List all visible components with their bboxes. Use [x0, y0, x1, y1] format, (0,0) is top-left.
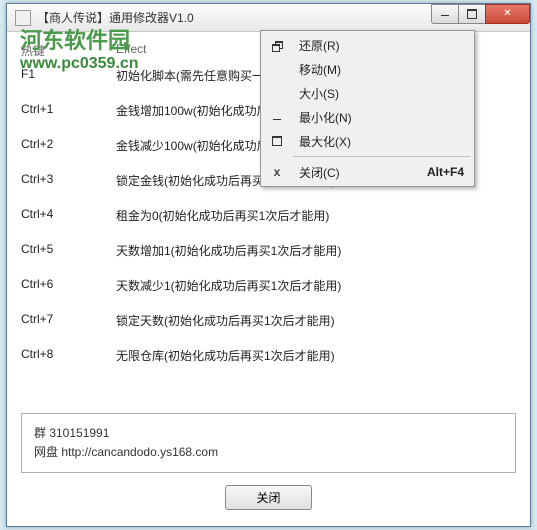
hotkey-cell: Ctrl+3 — [21, 172, 116, 189]
hotkey-row: Ctrl+6天数减少1(初始化成功后再买1次后才能用) — [21, 277, 516, 294]
effect-cell: 天数增加1(初始化成功后再买1次后才能用) — [116, 242, 341, 259]
system-menu: x 还原(R) 移动(M) 大小(S) 最小化(N) 最大化(X) 关闭(C) … — [260, 30, 475, 187]
move-icon — [263, 57, 291, 81]
menu-restore[interactable]: 还原(R) — [291, 33, 472, 57]
restore-icon — [263, 33, 291, 57]
info-box: 群 310151991 网盘 http://cancandodo.ys168.c… — [21, 413, 516, 473]
window-title: 【商人传说】通用修改器V1.0 — [37, 9, 432, 26]
menu-minimize[interactable]: 最小化(N) — [291, 105, 472, 129]
hotkey-cell: Ctrl+1 — [21, 102, 116, 119]
minimize-button[interactable] — [431, 4, 459, 24]
hotkey-cell: Ctrl+4 — [21, 207, 116, 224]
minimize-icon — [441, 11, 449, 16]
menu-icon-strip: x — [263, 33, 291, 184]
maximize-menu-icon — [263, 129, 291, 153]
info-line-group: 群 310151991 — [34, 424, 503, 443]
titlebar[interactable]: 【商人传说】通用修改器V1.0 ✕ — [7, 4, 530, 32]
effect-cell: 天数减少1(初始化成功后再买1次后才能用) — [116, 277, 341, 294]
footer: 关闭 — [21, 473, 516, 516]
effect-cell: 无限仓库(初始化成功后再买1次后才能用) — [116, 347, 335, 364]
hotkey-row: Ctrl+4租金为0(初始化成功后再买1次后才能用) — [21, 207, 516, 224]
maximize-icon — [467, 9, 477, 19]
hotkey-row: Ctrl+8无限仓库(初始化成功后再买1次后才能用) — [21, 347, 516, 364]
hotkey-cell: F1 — [21, 67, 116, 84]
hotkey-cell: Ctrl+6 — [21, 277, 116, 294]
close-menu-icon: x — [263, 160, 291, 184]
hotkey-cell: Ctrl+7 — [21, 312, 116, 329]
header-hotkey: 热键 — [21, 42, 116, 59]
close-button[interactable]: ✕ — [485, 4, 530, 24]
effect-cell: 锁定天数(初始化成功后再买1次后才能用) — [116, 312, 335, 329]
hotkey-cell: Ctrl+8 — [21, 347, 116, 364]
hotkey-row: Ctrl+5天数增加1(初始化成功后再买1次后才能用) — [21, 242, 516, 259]
close-icon: ✕ — [503, 8, 511, 19]
effect-cell: 租金为0(初始化成功后再买1次后才能用) — [116, 207, 329, 224]
maximize-button[interactable] — [458, 4, 486, 24]
window-controls: ✕ — [432, 4, 530, 24]
menu-separator — [293, 156, 470, 157]
size-icon — [263, 81, 291, 105]
minimize-menu-icon — [263, 105, 291, 129]
header-effect: Effect — [116, 42, 146, 59]
hotkey-cell: Ctrl+2 — [21, 137, 116, 154]
menu-move[interactable]: 移动(M) — [291, 57, 472, 81]
info-line-url: 网盘 http://cancandodo.ys168.com — [34, 443, 503, 462]
effect-cell: 初始化脚本(需先任意购买一 — [116, 67, 264, 84]
effect-cell: 金钱增加100w(初始化成功后 — [116, 102, 269, 119]
menu-items: 还原(R) 移动(M) 大小(S) 最小化(N) 最大化(X) 关闭(C) Al… — [291, 33, 472, 184]
app-icon — [15, 10, 31, 26]
hotkey-row: Ctrl+7锁定天数(初始化成功后再买1次后才能用) — [21, 312, 516, 329]
menu-size[interactable]: 大小(S) — [291, 81, 472, 105]
close-app-button[interactable]: 关闭 — [225, 485, 311, 510]
menu-maximize[interactable]: 最大化(X) — [291, 129, 472, 153]
menu-close[interactable]: 关闭(C) Alt+F4 — [291, 160, 472, 184]
hotkey-cell: Ctrl+5 — [21, 242, 116, 259]
